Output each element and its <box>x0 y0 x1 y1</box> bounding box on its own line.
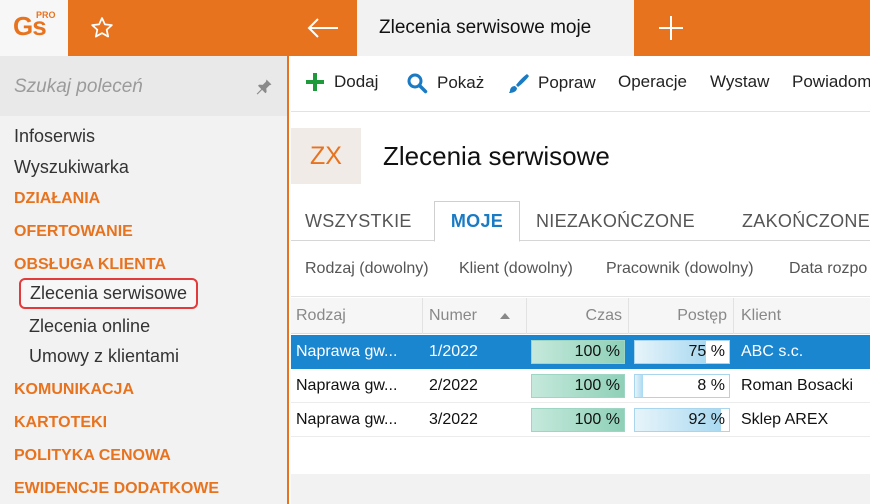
app-logo[interactable]: Gs PRO <box>0 0 68 56</box>
column-klient[interactable]: Klient <box>734 298 870 334</box>
plus-icon <box>659 16 683 40</box>
sidebar-section-polityka-cenowa[interactable]: POLITYKA CENOWA <box>14 447 171 465</box>
action-toolbar: Dodaj Pokaż Popraw Operacje Wystaw Powia… <box>291 56 870 112</box>
filter-klient[interactable]: Klient (dowolny) <box>459 260 573 278</box>
cell-numer: 2/2022 <box>429 377 478 394</box>
sidebar-section-ofertowanie[interactable]: OFERTOWANIE <box>14 223 133 241</box>
table-header: Rodzaj Numer Czas Postęp Klient <box>291 298 870 334</box>
filter-bar: Rodzaj (dowolny) Klient (dowolny) Pracow… <box>291 242 870 297</box>
cell-numer: 1/2022 <box>429 343 478 360</box>
new-tab-button[interactable] <box>635 0 707 56</box>
filter-pracownik[interactable]: Pracownik (dowolny) <box>606 260 754 278</box>
command-search <box>0 56 287 116</box>
arrow-left-icon <box>307 18 338 38</box>
plus-icon <box>306 73 324 91</box>
operations-menu[interactable]: Operacje <box>618 72 687 92</box>
sidebar-section-kartoteki[interactable]: KARTOTEKI <box>14 414 107 432</box>
pin-icon[interactable] <box>254 77 274 97</box>
tab-moje[interactable]: MOJE <box>434 201 520 242</box>
search-input[interactable] <box>14 76 234 98</box>
module-badge: ZX <box>291 128 361 184</box>
filter-rodzaj[interactable]: Rodzaj (dowolny) <box>305 260 429 278</box>
column-czas[interactable]: Czas <box>527 298 629 334</box>
postep-progress-bar: 8 % <box>634 374 730 398</box>
sidebar: Infoserwis Wyszukiwarka DZIAŁANIA OFERTO… <box>0 56 289 504</box>
issue-menu[interactable]: Wystaw <box>710 72 769 92</box>
czas-progress-bar: 100 % <box>531 374 625 398</box>
add-button-label: Dodaj <box>334 72 379 91</box>
cell-rodzaj: Naprawa gw... <box>296 343 398 360</box>
czas-progress-label: 100 % <box>574 377 620 394</box>
list-header: ZX Zlecenia serwisowe <box>291 113 870 201</box>
page-title: Zlecenia serwisowe <box>383 141 610 171</box>
czas-progress-label: 100 % <box>574 411 620 428</box>
filter-data-rozpoczecia[interactable]: Data rozpo <box>789 260 867 278</box>
sidebar-item-umowy-z-klientami[interactable]: Umowy z klientami <box>29 346 179 367</box>
czas-progress-bar: 100 % <box>531 340 625 364</box>
postep-progress-label: 92 % <box>688 411 725 428</box>
logo-pro-badge: PRO <box>36 10 56 20</box>
orders-table: Rodzaj Numer Czas Postęp Klient Naprawa … <box>291 298 870 474</box>
column-numer[interactable]: Numer <box>423 298 527 334</box>
sidebar-item-infoserwis[interactable]: Infoserwis <box>14 126 95 147</box>
postep-progress-label: 75 % <box>688 343 725 360</box>
notify-menu[interactable]: Powiadom <box>792 72 870 92</box>
favorite-button[interactable] <box>68 0 136 56</box>
edit-button-label: Popraw <box>538 73 596 92</box>
cell-rodzaj: Naprawa gw... <box>296 377 398 394</box>
tab-niezakonczone[interactable]: NIEZAKOŃCZONE <box>536 201 695 241</box>
filter-tabs: WSZYSTKIE MOJE NIEZAKOŃCZONE ZAKOŃCZONE <box>291 201 870 242</box>
table-empty-area <box>291 474 870 504</box>
cell-rodzaj: Naprawa gw... <box>296 411 398 428</box>
brush-icon <box>509 74 529 93</box>
column-postep[interactable]: Postęp <box>629 298 734 334</box>
edit-button[interactable]: Popraw <box>507 72 596 94</box>
sidebar-section-obsluga-klienta[interactable]: OBSŁUGA KLIENTA <box>14 256 166 274</box>
sidebar-section-komunikacja[interactable]: KOMUNIKACJA <box>14 381 134 399</box>
sort-ascending-icon <box>500 313 511 319</box>
postep-progress-bar: 92 % <box>634 408 730 432</box>
sidebar-section-dzialania[interactable]: DZIAŁANIA <box>14 190 100 208</box>
column-rodzaj[interactable]: Rodzaj <box>291 298 423 334</box>
show-button[interactable]: Pokaż <box>406 72 484 94</box>
sidebar-section-ewidencje-dodatkowe[interactable]: EWIDENCJE DODATKOWE <box>14 480 219 498</box>
postep-progress-bar: 75 % <box>634 340 730 364</box>
table-row[interactable]: Naprawa gw... 1/2022 100 % 75 % ABC s.c. <box>291 335 870 369</box>
top-bar: Gs PRO Zlecenia serwisowe moje <box>0 0 870 56</box>
cell-klient: Sklep AREX <box>741 411 829 428</box>
sidebar-item-zlecenia-serwisowe[interactable]: Zlecenia serwisowe <box>19 278 199 309</box>
tab-wszystkie[interactable]: WSZYSTKIE <box>305 201 412 241</box>
sidebar-item-wyszukiwarka[interactable]: Wyszukiwarka <box>14 157 129 178</box>
star-icon <box>91 17 113 38</box>
czas-progress-bar: 100 % <box>531 408 625 432</box>
postep-progress-fill <box>635 375 643 397</box>
add-button[interactable]: Dodaj <box>305 72 378 92</box>
table-row[interactable]: Naprawa gw... 2/2022 100 % 8 % Roman Bosacki <box>291 369 870 403</box>
column-numer-label: Numer <box>429 307 478 324</box>
back-button[interactable] <box>290 0 356 56</box>
active-window-tab[interactable]: Zlecenia serwisowe moje <box>357 0 634 56</box>
table-row[interactable]: Naprawa gw... 3/2022 100 % 92 % Sklep AREX <box>291 403 870 437</box>
sidebar-item-zlecenia-online[interactable]: Zlecenia online <box>29 316 150 337</box>
cell-klient: Roman Bosacki <box>741 377 854 394</box>
postep-progress-label: 8 % <box>697 377 725 394</box>
cell-klient: ABC s.c. <box>741 343 804 360</box>
tab-zakonczone[interactable]: ZAKOŃCZONE <box>742 201 870 241</box>
search-icon <box>407 73 428 94</box>
cell-numer: 3/2022 <box>429 411 478 428</box>
czas-progress-label: 100 % <box>574 343 620 360</box>
show-button-label: Pokaż <box>437 73 485 92</box>
